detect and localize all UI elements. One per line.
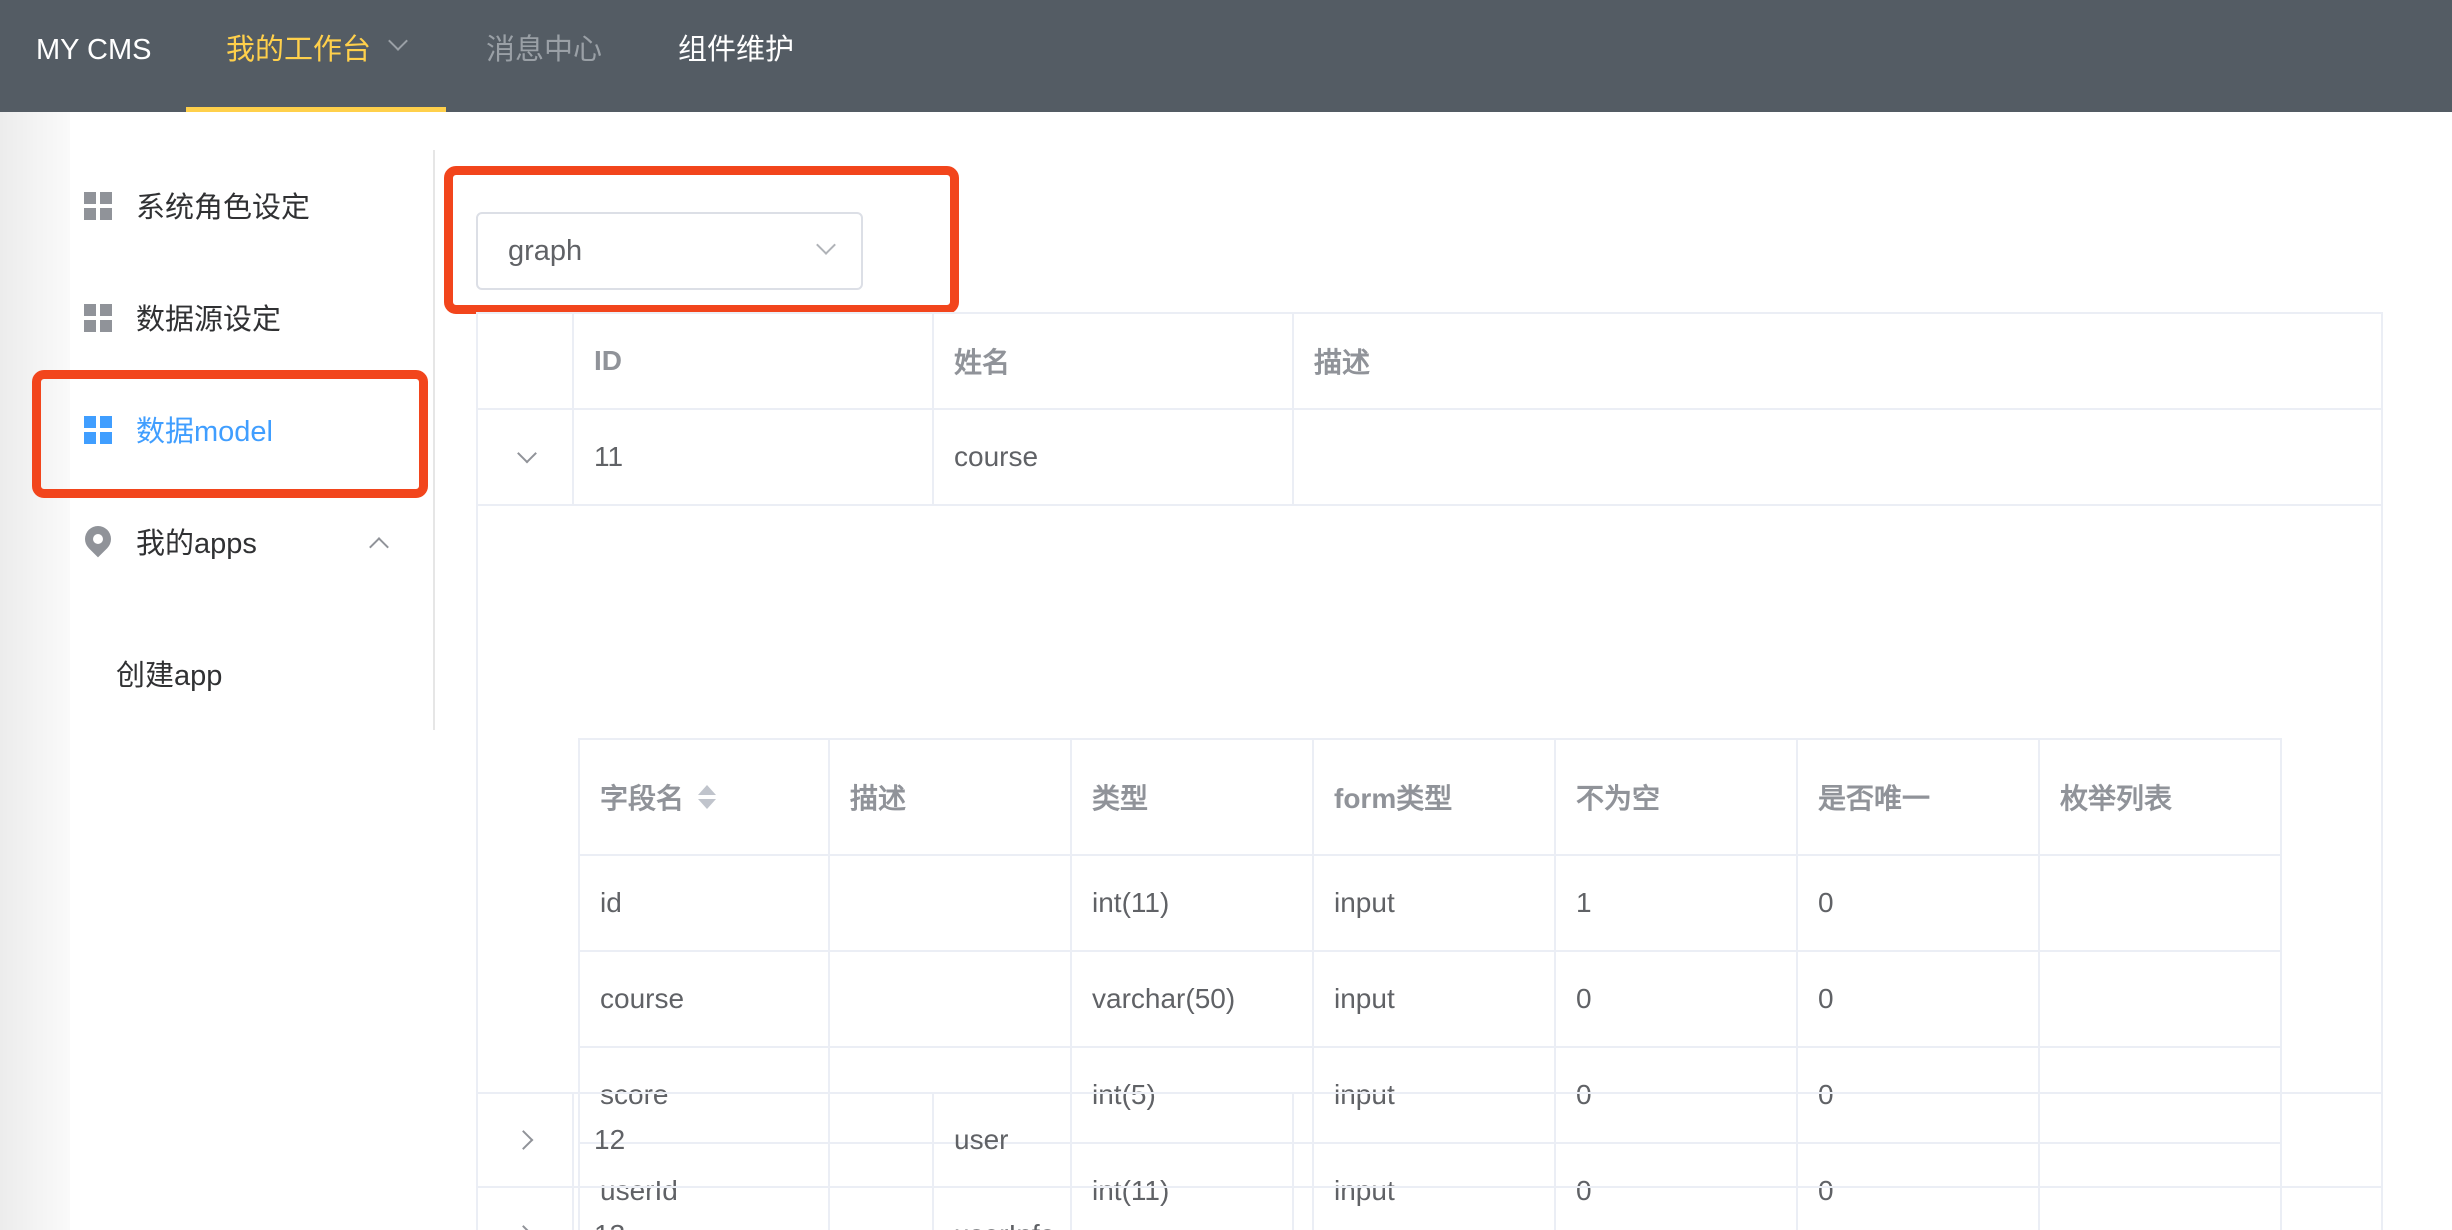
expand-chevron-icon[interactable] [478, 410, 574, 504]
table-cell-name: userInfo [934, 1188, 1294, 1230]
field-cell: 0 [1798, 952, 2040, 1046]
field-cell [2040, 856, 2280, 950]
column-header-desc: 描述 [1314, 347, 1371, 378]
field-cell: input [1314, 856, 1556, 950]
nav-my-workbench-label: 我的工作台 [226, 34, 372, 66]
window-edge-shadow [0, 112, 70, 1230]
location-pin-icon [79, 520, 117, 558]
column-header-label: 字段名 [600, 783, 685, 814]
sort-icon[interactable] [698, 783, 717, 811]
field-cell: 1 [1556, 856, 1798, 950]
table-header-row: ID 姓名 描述 [478, 314, 2381, 410]
field-cell: 0 [1798, 856, 2040, 950]
table-cell-desc [1294, 1188, 2381, 1230]
field-cell: course [580, 952, 830, 1046]
sidebar-subitem-create-app[interactable]: 创建app [116, 646, 222, 706]
sidebar-item-my-apps[interactable]: 我的apps [79, 514, 257, 574]
brand-logo: MY CMS [36, 34, 152, 66]
sidebar-item-label: 数据源设定 [136, 304, 282, 336]
column-header-form-type: form类型 [1314, 740, 1556, 854]
top-nav-bar: MY CMS 我的工作台 消息中心 组件维护 [0, 0, 2452, 112]
sidebar-item-label: 我的apps [136, 528, 257, 560]
field-table-header-row: 字段名 描述 类型 form类型 不为空 是否唯一 枚举列表 [580, 740, 2280, 856]
field-cell: input [1314, 952, 1556, 1046]
field-cell [830, 952, 1072, 1046]
highlight-box-sidebar [32, 370, 428, 498]
column-header-field-name[interactable]: 字段名 [580, 740, 830, 854]
column-header-name: 姓名 [934, 314, 1294, 408]
column-header-unique: 是否唯一 [1798, 740, 2040, 854]
sidebar-item-datasource-settings[interactable]: 数据源设定 [84, 290, 281, 350]
database-select-value: graph [508, 235, 583, 267]
model-table: ID 姓名 描述 11 course 字段名 描述 类型 form类型 不为空 … [476, 312, 2383, 1230]
column-header-id: ID [574, 314, 934, 408]
sidebar-divider [433, 150, 435, 730]
table-row[interactable]: 12 user [478, 1092, 2381, 1188]
table-cell-id: 12 [574, 1094, 934, 1186]
column-header-type: 类型 [1072, 740, 1314, 854]
field-cell: varchar(50) [1072, 952, 1314, 1046]
table-cell-desc [1294, 410, 2381, 504]
sidebar-item-role-settings[interactable]: 系统角色设定 [84, 178, 310, 238]
table-row[interactable]: 11 course [478, 410, 2381, 506]
grid-icon [84, 304, 112, 333]
nav-message-center-label: 消息中心 [486, 34, 603, 66]
database-select[interactable]: graph [476, 212, 863, 290]
expand-chevron-icon[interactable] [478, 1094, 574, 1186]
column-header-not-null: 不为空 [1556, 740, 1798, 854]
field-cell: int(11) [1072, 856, 1314, 950]
field-cell: id [580, 856, 830, 950]
column-header-desc: 描述 [830, 740, 1072, 854]
field-row: course varchar(50) input 0 0 [580, 952, 2280, 1048]
nav-message-center[interactable]: 消息中心 [486, 0, 602, 112]
table-cell-id: 13 [574, 1188, 934, 1230]
table-cell-name: user [934, 1094, 1294, 1186]
nav-my-workbench[interactable]: 我的工作台 [186, 0, 446, 112]
expand-chevron-icon[interactable] [478, 1188, 574, 1230]
table-cell-id: 11 [574, 410, 934, 504]
nav-component-maintenance-label: 组件维护 [678, 34, 795, 66]
field-cell [2040, 952, 2280, 1046]
table-cell-name: course [934, 410, 1294, 504]
table-cell-desc [1294, 1094, 2381, 1186]
field-cell: 0 [1556, 952, 1798, 1046]
grid-icon [84, 192, 112, 221]
chevron-down-icon [388, 31, 408, 52]
sidebar-item-label: 系统角色设定 [136, 192, 311, 224]
expand-column-header [478, 314, 574, 408]
field-row: id int(11) input 1 0 [580, 856, 2280, 952]
table-row[interactable]: 13 userInfo [478, 1188, 2381, 1230]
chevron-down-icon [816, 235, 836, 255]
field-cell [830, 856, 1072, 950]
column-header-enum-list: 枚举列表 [2060, 783, 2173, 814]
nav-component-maintenance[interactable]: 组件维护 [678, 0, 794, 112]
